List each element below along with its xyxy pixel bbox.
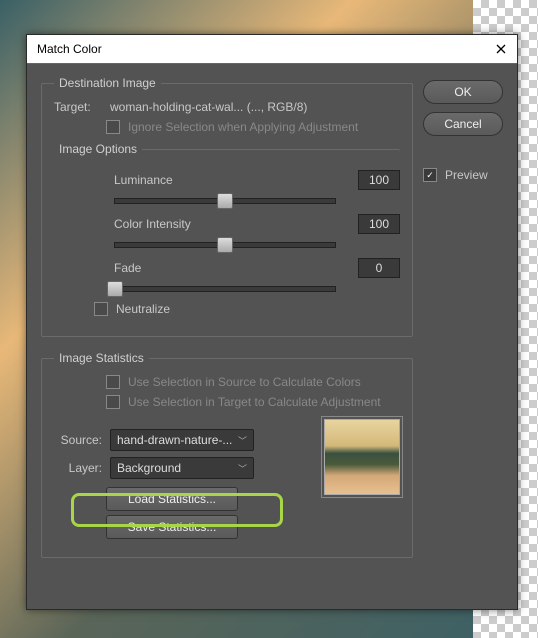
preview-label: Preview <box>445 168 488 182</box>
source-value: hand-drawn-nature-... <box>117 433 232 447</box>
destination-legend: Destination Image <box>54 76 161 90</box>
target-value: woman-holding-cat-wal... (..., RGB/8) <box>110 100 307 114</box>
intensity-value[interactable]: 100 <box>358 214 400 234</box>
save-statistics-button[interactable]: Save Statistics... <box>106 515 238 539</box>
use-target-label: Use Selection in Target to Calculate Adj… <box>128 395 381 409</box>
luminance-value[interactable]: 100 <box>358 170 400 190</box>
ignore-selection-label: Ignore Selection when Applying Adjustmen… <box>128 120 358 134</box>
use-target-checkbox <box>106 395 120 409</box>
source-select[interactable]: hand-drawn-nature-... ﹀ <box>110 429 254 451</box>
layer-value: Background <box>117 461 181 475</box>
neutralize-checkbox[interactable] <box>94 302 108 316</box>
image-options-legend: Image Options <box>54 142 142 156</box>
chevron-down-icon: ﹀ <box>238 434 247 447</box>
target-label: Target: <box>54 100 102 114</box>
use-source-checkbox <box>106 375 120 389</box>
load-statistics-button[interactable]: Load Statistics... <box>106 487 238 511</box>
intensity-label: Color Intensity <box>114 217 191 231</box>
neutralize-label: Neutralize <box>116 302 170 316</box>
intensity-slider[interactable] <box>114 242 336 248</box>
destination-image-group: Destination Image Target: woman-holding-… <box>41 76 413 337</box>
luminance-label: Luminance <box>114 173 173 187</box>
source-preview-image <box>324 419 400 495</box>
chevron-down-icon: ﹀ <box>238 462 247 475</box>
luminance-slider[interactable] <box>114 198 336 204</box>
dialog-title: Match Color <box>37 42 102 56</box>
fade-slider[interactable] <box>114 286 336 292</box>
layer-label: Layer: <box>54 461 102 475</box>
titlebar: Match Color <box>27 35 517 64</box>
use-source-label: Use Selection in Source to Calculate Col… <box>128 375 361 389</box>
fade-label: Fade <box>114 261 141 275</box>
cancel-button[interactable]: Cancel <box>423 112 503 136</box>
preview-checkbox[interactable]: ✓ <box>423 168 437 182</box>
layer-select[interactable]: Background ﹀ <box>110 457 254 479</box>
ok-button[interactable]: OK <box>423 80 503 104</box>
ignore-selection-checkbox <box>106 120 120 134</box>
close-icon[interactable] <box>495 43 507 55</box>
source-label: Source: <box>54 433 102 447</box>
match-color-dialog: Match Color Destination Image Target: wo… <box>26 34 518 610</box>
statistics-legend: Image Statistics <box>54 351 149 365</box>
image-statistics-group: Image Statistics Use Selection in Source… <box>41 351 413 558</box>
fade-value[interactable]: 0 <box>358 258 400 278</box>
